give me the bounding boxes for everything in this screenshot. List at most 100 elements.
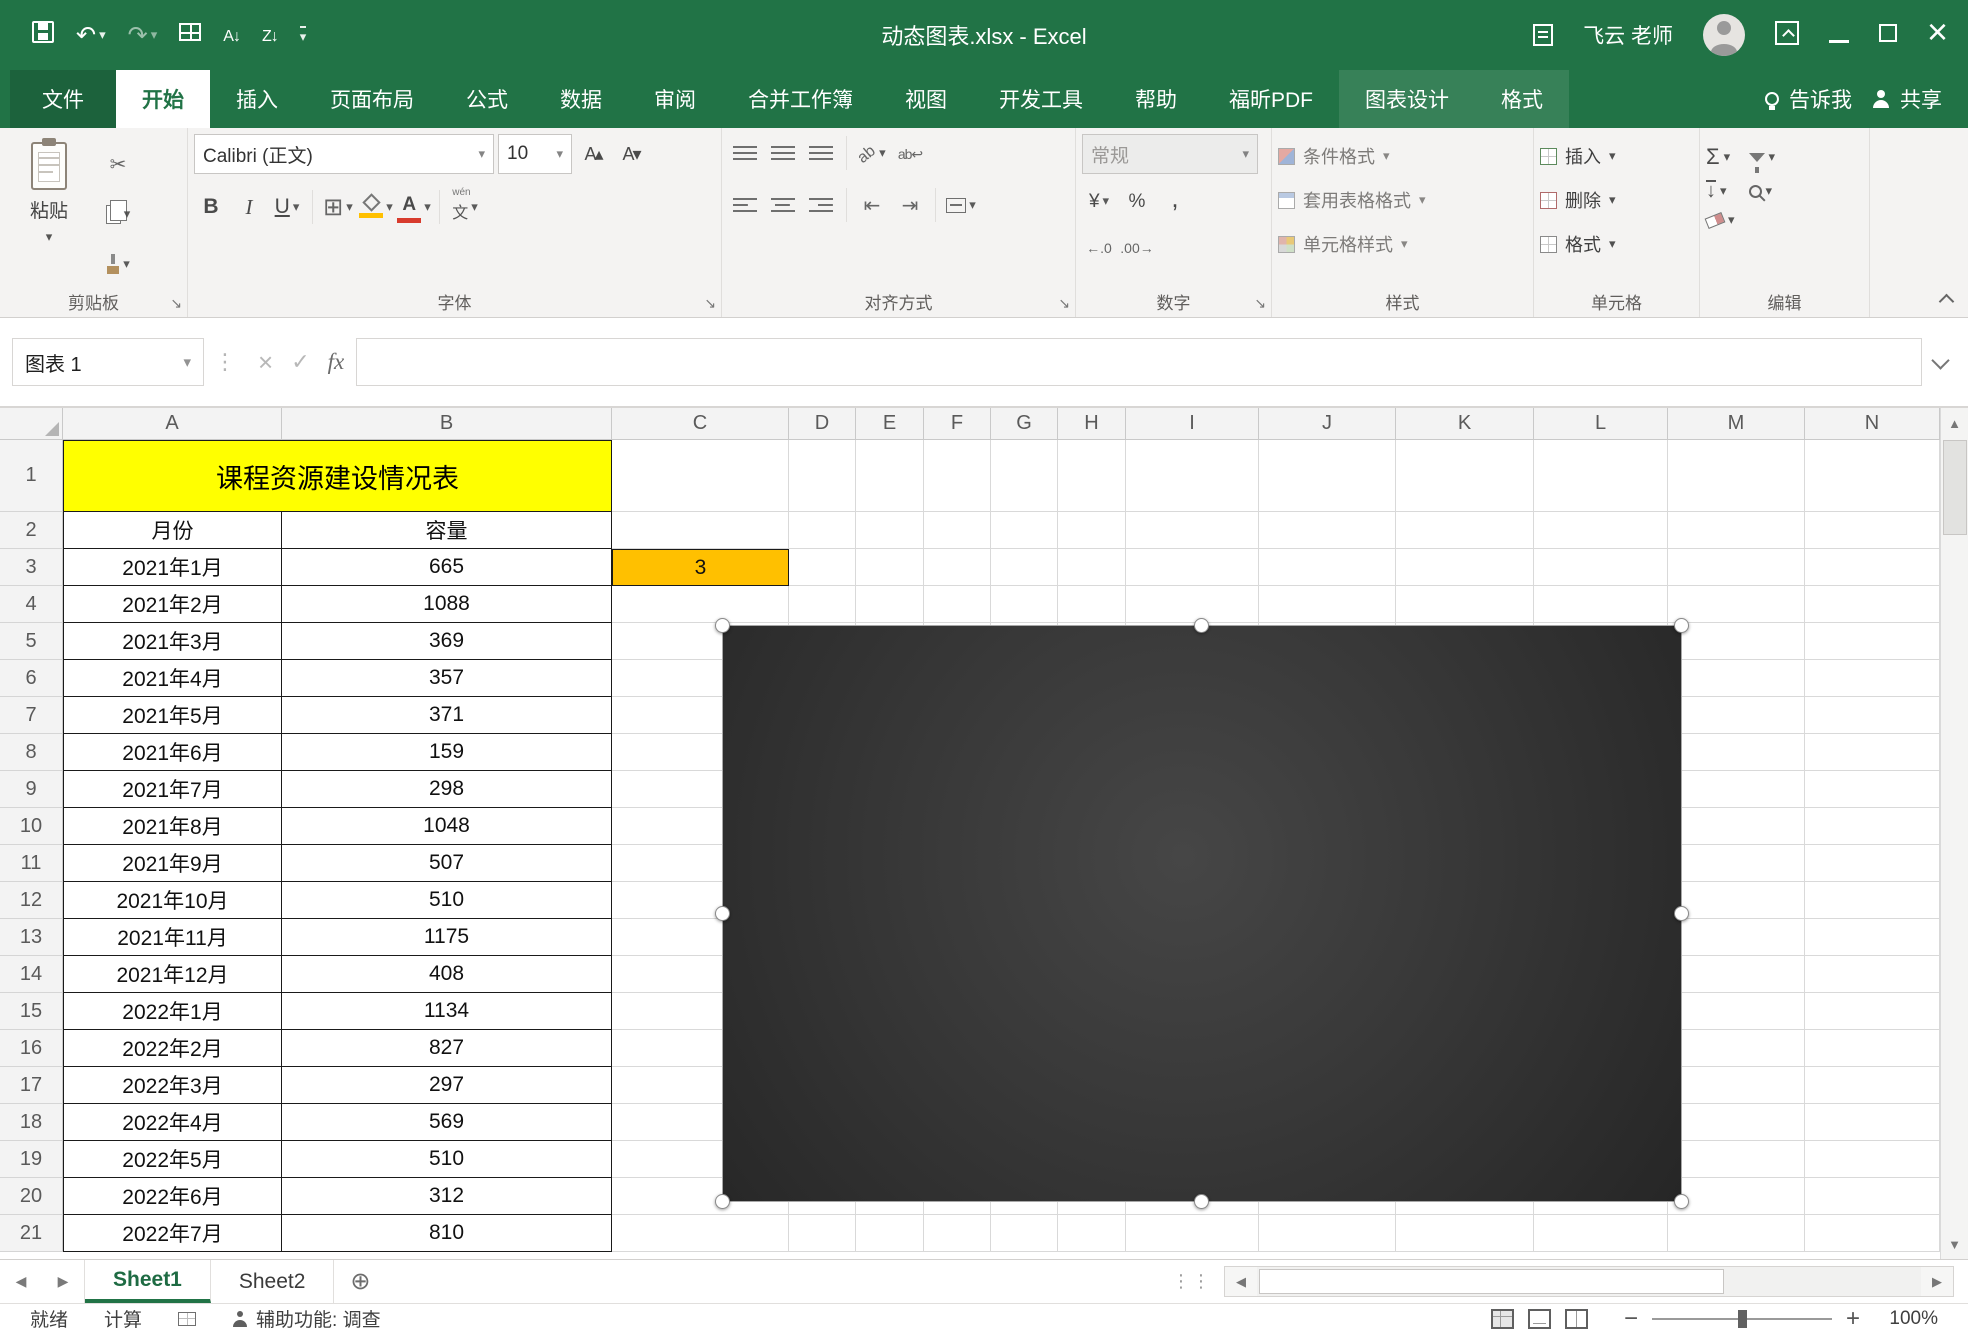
sheet-tab-sheet1[interactable]: Sheet1	[85, 1260, 211, 1303]
cell-N16[interactable]	[1805, 1030, 1940, 1067]
chart-resize-handle-s[interactable]	[1194, 1194, 1209, 1209]
vertical-scroll-thumb[interactable]	[1943, 440, 1967, 535]
new-sheet-button[interactable]	[334, 1260, 386, 1303]
ribbon-tab-review[interactable]: 审阅	[628, 70, 722, 128]
cell-B8[interactable]: 159	[282, 734, 612, 771]
sort-ascending-button[interactable]	[223, 24, 240, 47]
cell-J3[interactable]	[1259, 549, 1396, 586]
chart-resize-handle-ne[interactable]	[1674, 618, 1689, 633]
cell-J2[interactable]	[1259, 512, 1396, 549]
row-header-2[interactable]: 2	[0, 512, 63, 549]
cell-D3[interactable]	[789, 549, 856, 586]
zoom-out-button[interactable]	[1624, 1305, 1638, 1333]
ribbon-tab-foxit-pdf[interactable]: 福昕PDF	[1203, 70, 1339, 128]
customize-qat-button[interactable]	[300, 24, 307, 47]
column-header-D[interactable]: D	[789, 408, 856, 440]
increase-indent-button[interactable]	[893, 186, 927, 224]
share-button[interactable]: 共享	[1862, 70, 1968, 128]
clear-button[interactable]	[1706, 212, 1735, 228]
insert-function-button[interactable]	[328, 349, 345, 375]
column-header-C[interactable]: C	[612, 408, 789, 440]
zoom-level[interactable]: 100%	[1874, 1308, 1938, 1330]
name-box-splitter[interactable]	[214, 349, 236, 375]
chart-resize-handle-w[interactable]	[715, 906, 730, 921]
cell-N19[interactable]	[1805, 1141, 1940, 1178]
cell-B9[interactable]: 298	[282, 771, 612, 808]
ribbon-tab-developer[interactable]: 开发工具	[973, 70, 1109, 128]
cell-M21[interactable]	[1668, 1215, 1805, 1252]
row-header-1[interactable]: 1	[0, 440, 63, 512]
row-header-10[interactable]: 10	[0, 808, 63, 845]
sort-descending-button[interactable]	[262, 24, 278, 47]
column-header-H[interactable]: H	[1058, 408, 1126, 440]
cell-G21[interactable]	[991, 1215, 1058, 1252]
cell-B10[interactable]: 1048	[282, 808, 612, 845]
row-header-17[interactable]: 17	[0, 1067, 63, 1104]
scroll-right-button[interactable]	[1921, 1267, 1953, 1296]
cell-M10[interactable]	[1668, 808, 1805, 845]
cell-G1[interactable]	[991, 440, 1058, 512]
row-header-19[interactable]: 19	[0, 1141, 63, 1178]
scroll-up-button[interactable]	[1941, 408, 1968, 438]
cell-A20[interactable]: 2022年6月	[63, 1178, 282, 1215]
italic-button[interactable]	[232, 188, 266, 226]
row-header-15[interactable]: 15	[0, 993, 63, 1030]
cancel-formula-button[interactable]	[258, 347, 273, 378]
accessibility-status[interactable]: 辅助功能: 调查	[232, 1305, 381, 1332]
font-name-combo[interactable]: Calibri (正文)	[194, 134, 494, 174]
cell-E3[interactable]	[856, 549, 924, 586]
wrap-text-button[interactable]	[893, 134, 927, 172]
decrease-font-size-button[interactable]	[614, 135, 648, 173]
cell-B12[interactable]: 510	[282, 882, 612, 919]
cell-B16[interactable]: 827	[282, 1030, 612, 1067]
cell-A16[interactable]: 2022年2月	[63, 1030, 282, 1067]
row-header-20[interactable]: 20	[0, 1178, 63, 1215]
column-header-M[interactable]: M	[1668, 408, 1805, 440]
chart-resize-handle-nw[interactable]	[715, 618, 730, 633]
cell-F21[interactable]	[924, 1215, 991, 1252]
cell-M16[interactable]	[1668, 1030, 1805, 1067]
cell-H1[interactable]	[1058, 440, 1126, 512]
cell-B14[interactable]: 408	[282, 956, 612, 993]
number-format-combo[interactable]: 常规	[1082, 134, 1258, 174]
orientation-button[interactable]	[855, 134, 889, 172]
cell-I1[interactable]	[1126, 440, 1259, 512]
phonetic-guide-button[interactable]	[448, 188, 482, 226]
ribbon-display-options-button[interactable]	[1775, 21, 1799, 50]
cell-K4[interactable]	[1396, 586, 1534, 623]
cell-K3[interactable]	[1396, 549, 1534, 586]
cell-B13[interactable]: 1175	[282, 919, 612, 956]
cell-F2[interactable]	[924, 512, 991, 549]
cell-B5[interactable]: 369	[282, 623, 612, 660]
merged-title-cell-A1-B1[interactable]: 课程资源建设情况表	[63, 440, 612, 512]
percent-style-button[interactable]	[1120, 182, 1154, 220]
titlebar-document-icon[interactable]	[1533, 24, 1553, 46]
cell-B7[interactable]: 371	[282, 697, 612, 734]
select-all-corner[interactable]	[0, 408, 63, 440]
font-dialog-launcher[interactable]	[704, 296, 716, 310]
cell-M18[interactable]	[1668, 1104, 1805, 1141]
format-cells-button[interactable]: 格式	[1540, 222, 1616, 266]
cell-M5[interactable]	[1668, 623, 1805, 660]
cell-M7[interactable]	[1668, 697, 1805, 734]
chart-object[interactable]	[722, 625, 1682, 1202]
cell-G4[interactable]	[991, 586, 1058, 623]
bold-button[interactable]	[194, 188, 228, 226]
cell-I3[interactable]	[1126, 549, 1259, 586]
align-bottom-button[interactable]	[804, 134, 838, 172]
ribbon-tab-merge-workbooks[interactable]: 合并工作簿	[722, 70, 879, 128]
merge-center-button[interactable]	[944, 186, 978, 224]
cell-K2[interactable]	[1396, 512, 1534, 549]
sheet-tab-sheet2[interactable]: Sheet2	[211, 1260, 335, 1303]
row-header-18[interactable]: 18	[0, 1104, 63, 1141]
cell-A13[interactable]: 2021年11月	[63, 919, 282, 956]
cell-M9[interactable]	[1668, 771, 1805, 808]
cell-E2[interactable]	[856, 512, 924, 549]
cut-button[interactable]	[98, 144, 138, 184]
cell-N5[interactable]	[1805, 623, 1940, 660]
macro-record-icon[interactable]	[178, 1312, 196, 1326]
cell-A3[interactable]: 2021年1月	[63, 549, 282, 586]
cell-K1[interactable]	[1396, 440, 1534, 512]
cell-C2[interactable]	[612, 512, 789, 549]
tell-me-button[interactable]: 告诉我	[1755, 70, 1862, 128]
